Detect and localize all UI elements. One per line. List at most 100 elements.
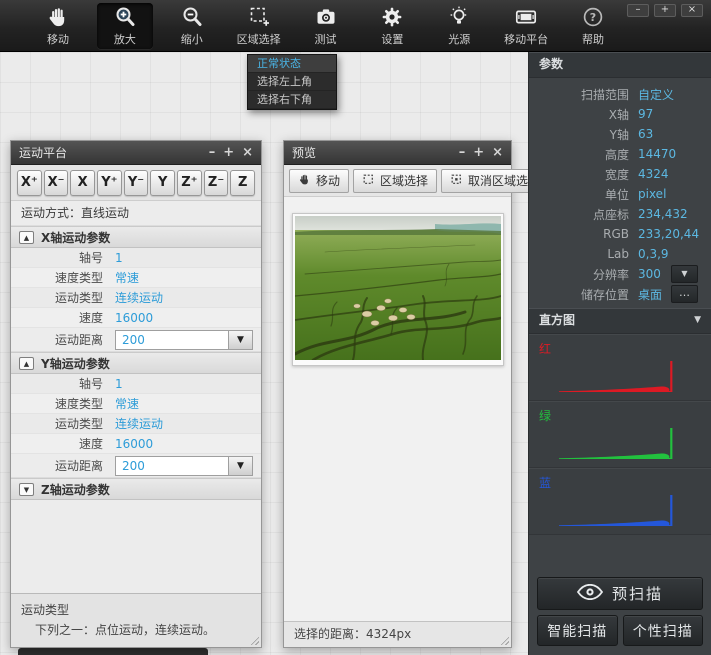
- menu-item-normal-state[interactable]: 正常状态: [248, 55, 336, 73]
- gear-icon: [380, 5, 404, 29]
- param-label: 宽度: [529, 166, 629, 183]
- row-label: 运动类型: [11, 415, 103, 432]
- chevron-down-icon: ▼: [681, 269, 687, 278]
- prescan-button[interactable]: 预扫描: [537, 577, 703, 610]
- sidebar-empty-area: [529, 535, 711, 577]
- preview-statusbar: 选择的距离：4324px: [284, 621, 511, 647]
- axis-button-x[interactable]: X: [70, 170, 95, 196]
- resize-grip[interactable]: [498, 634, 509, 645]
- preview-move-button[interactable]: 移动: [289, 169, 349, 193]
- workspace-grid: 正常状态 选择左上角 选择右下角 运动平台 – + × X⁺ X⁻ X Y⁺ Y…: [0, 52, 528, 655]
- browse-button[interactable]: …: [671, 285, 698, 303]
- toolbar-button-settings[interactable]: 设置: [364, 3, 420, 49]
- param-value[interactable]: 4324: [638, 167, 669, 181]
- z-axis-section-header[interactable]: ▼ Z轴运动参数: [11, 478, 261, 500]
- menu-item-select-bottom-right[interactable]: 选择右下角: [248, 91, 336, 109]
- red-histogram-curve: [557, 355, 682, 395]
- camera-icon: [314, 5, 338, 29]
- smart-scan-label: 智能扫描: [547, 621, 607, 641]
- x-axis-section-header[interactable]: ▲ X轴运动参数: [11, 226, 261, 248]
- panel-minimize-button[interactable]: –: [209, 146, 216, 159]
- x-axis-number-row: 轴号 1: [11, 248, 261, 268]
- collapse-up-icon[interactable]: ▲: [19, 357, 34, 370]
- toolbar-button-move[interactable]: 移动: [30, 3, 86, 49]
- chevron-down-icon[interactable]: ▼: [694, 308, 701, 333]
- panel-minimize-button[interactable]: –: [459, 146, 466, 159]
- collapse-up-icon[interactable]: ▲: [19, 231, 34, 244]
- preview-image-frame: [292, 213, 504, 366]
- panel-close-button[interactable]: ×: [492, 146, 503, 159]
- axis-button-y-plus[interactable]: Y⁺: [97, 170, 122, 196]
- selected-value: 200: [116, 331, 228, 349]
- preview-panel-title: 预览: [292, 144, 316, 161]
- param-label: 扫描范围: [529, 86, 629, 103]
- axis-button-z[interactable]: Z: [230, 170, 255, 196]
- eye-icon: [577, 584, 603, 604]
- motion-panel-title: 运动平台: [19, 144, 67, 161]
- motion-platform-panel: 运动平台 – + × X⁺ X⁻ X Y⁺ Y⁻ Y Z⁺ Z⁻ Z 运动方式：…: [10, 140, 262, 648]
- toolbar-button-test[interactable]: 测试: [298, 3, 354, 49]
- main-toolbar: 移动 放大 缩小: [0, 0, 711, 52]
- x-motion-type-row: 运动类型 连续运动: [11, 288, 261, 308]
- param-value[interactable]: 桌面: [638, 286, 662, 303]
- param-label: 单位: [529, 186, 629, 203]
- y-motion-distance-select[interactable]: 200 ▼: [115, 456, 253, 476]
- motion-panel-titlebar[interactable]: 运动平台 – + ×: [11, 141, 261, 165]
- toolbar-button-region-select[interactable]: 区域选择: [231, 3, 287, 49]
- green-channel-label: 绿: [539, 407, 551, 424]
- menu-item-select-top-left[interactable]: 选择左上角: [248, 73, 336, 91]
- chevron-down-icon[interactable]: ▼: [228, 331, 252, 349]
- axis-button-x-minus[interactable]: X⁻: [44, 170, 69, 196]
- parameters-sidebar: 参数 扫描范围 自定义 X轴 97 Y轴 63 高度 14470 宽度 4324…: [528, 52, 711, 655]
- row-value: 连续运动: [115, 289, 163, 306]
- z-axis-section-title: Z轴运动参数: [41, 481, 110, 498]
- preview-canvas[interactable]: [284, 197, 511, 621]
- panel-maximize-button[interactable]: +: [223, 146, 234, 159]
- region-select-menu: 正常状态 选择左上角 选择右下角: [247, 54, 337, 110]
- collapse-down-icon[interactable]: ▼: [19, 483, 34, 496]
- window-maximize-button[interactable]: +: [654, 4, 676, 17]
- toolbar-button-moving-platform[interactable]: 移动平台: [498, 3, 554, 49]
- param-row-point-coordinate: 点座标 234,432: [529, 204, 711, 224]
- param-row-scan-range: 扫描范围 自定义: [529, 84, 711, 104]
- axis-button-y-minus[interactable]: Y⁻: [124, 170, 149, 196]
- axis-button-y[interactable]: Y: [150, 170, 175, 196]
- param-value[interactable]: pixel: [638, 187, 666, 201]
- selected-distance-label: 选择的距离：4324px: [294, 627, 411, 641]
- param-value[interactable]: 300: [638, 267, 661, 281]
- motion-panel-controls: – + ×: [209, 146, 253, 159]
- smart-scan-button[interactable]: 智能扫描: [537, 615, 618, 646]
- axis-button-z-minus[interactable]: Z⁻: [204, 170, 229, 196]
- param-label: RGB: [529, 227, 629, 241]
- window-minimize-button[interactable]: –: [627, 4, 649, 17]
- row-label: 速度类型: [11, 395, 103, 412]
- chevron-down-icon[interactable]: ▼: [228, 457, 252, 475]
- custom-scan-button[interactable]: 个性扫描: [623, 615, 704, 646]
- y-axis-section-title: Y轴运动参数: [41, 355, 110, 372]
- y-axis-section-header[interactable]: ▲ Y轴运动参数: [11, 352, 261, 374]
- axis-button-z-plus[interactable]: Z⁺: [177, 170, 202, 196]
- help-icon: ?: [581, 5, 605, 29]
- preview-region-select-label: 区域选择: [380, 172, 428, 189]
- toolbar-button-light-source[interactable]: 光源: [431, 3, 487, 49]
- toolbar-button-zoom-out[interactable]: 缩小: [164, 3, 220, 49]
- toolbar-label: 光源: [448, 31, 470, 47]
- param-value[interactable]: 14470: [638, 147, 676, 161]
- row-value: 常速: [115, 395, 139, 412]
- region-select-icon: [247, 5, 271, 29]
- motion-panel-empty-area: [11, 500, 261, 593]
- panel-close-button[interactable]: ×: [242, 146, 253, 159]
- panel-maximize-button[interactable]: +: [473, 146, 484, 159]
- param-value[interactable]: 自定义: [638, 86, 674, 103]
- x-motion-distance-select[interactable]: 200 ▼: [115, 330, 253, 350]
- preview-panel-titlebar[interactable]: 预览 – + ×: [284, 141, 511, 165]
- resolution-dropdown-button[interactable]: ▼: [671, 265, 698, 283]
- toolbar-button-zoom-in[interactable]: 放大: [97, 3, 153, 49]
- axis-button-x-plus[interactable]: X⁺: [17, 170, 42, 196]
- param-value[interactable]: 63: [638, 127, 653, 141]
- histogram-header[interactable]: 直方图 ▼: [529, 308, 711, 334]
- window-close-button[interactable]: ×: [681, 4, 703, 17]
- toolbar-button-help[interactable]: ? 帮助: [565, 3, 621, 49]
- param-value[interactable]: 97: [638, 107, 653, 121]
- preview-region-select-button[interactable]: 区域选择: [353, 169, 437, 193]
